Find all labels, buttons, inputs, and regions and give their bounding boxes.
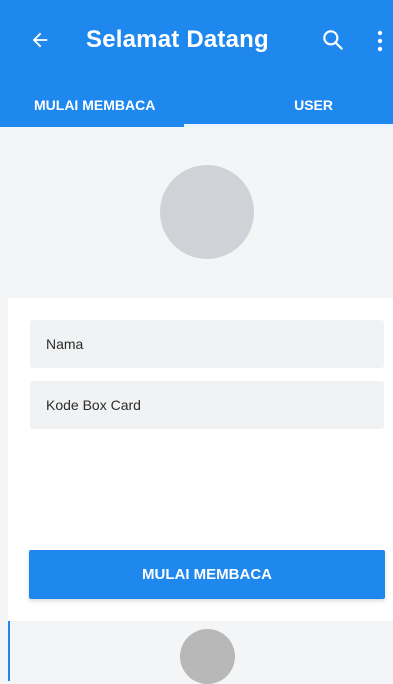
start-reading-button[interactable]: MULAI MEMBACA — [29, 550, 385, 599]
tab-label: MULAI MEMBACA — [34, 97, 155, 113]
name-placeholder: Nama — [46, 336, 83, 352]
tab-bar: MULAI MEMBACA USER — [0, 82, 393, 127]
search-icon[interactable] — [320, 27, 346, 53]
start-reading-label: MULAI MEMBACA — [142, 566, 272, 583]
more-dots-icon — [372, 27, 388, 55]
code-placeholder: Kode Box Card — [46, 397, 141, 413]
tab-mulai-membaca[interactable]: MULAI MEMBACA — [0, 82, 184, 127]
name-field[interactable]: Nama — [30, 320, 384, 368]
tab-user[interactable]: USER — [184, 82, 393, 127]
search-glyph-icon — [320, 27, 346, 53]
more-vert-icon[interactable] — [372, 27, 388, 55]
tab-label: USER — [294, 97, 333, 113]
floating-avatar[interactable] — [180, 629, 235, 684]
app-bar: Selamat Datang MULAI MEMBACA USER — [0, 0, 393, 127]
box-card-code-field[interactable]: Kode Box Card — [30, 381, 384, 429]
back-icon[interactable] — [26, 26, 54, 54]
page-title: Selamat Datang — [86, 26, 269, 54]
arrow-left-icon — [29, 29, 51, 51]
avatar — [160, 165, 254, 259]
